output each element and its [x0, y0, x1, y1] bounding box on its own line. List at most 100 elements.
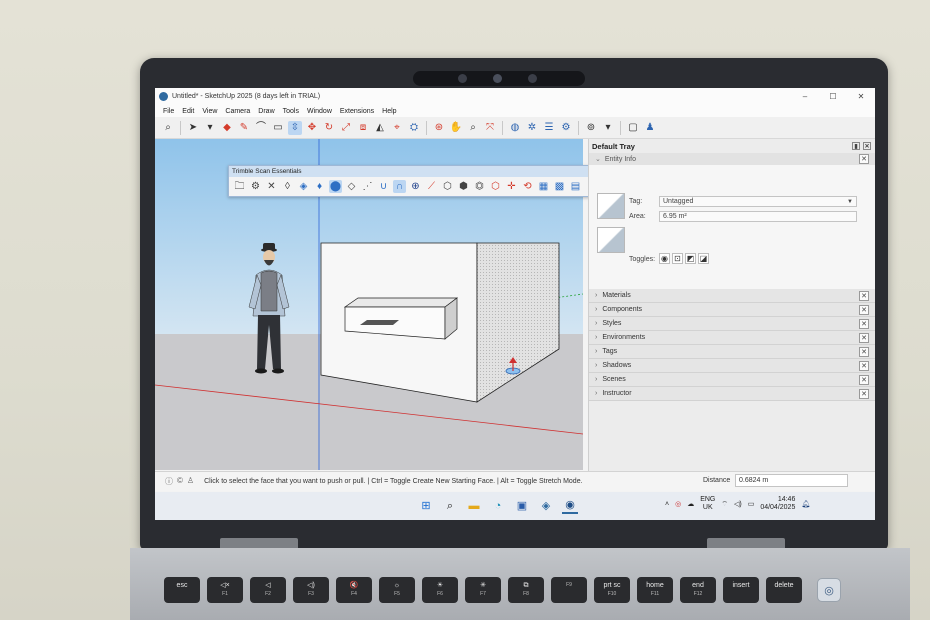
key-f2[interactable]: ◁ F2: [250, 577, 286, 603]
folder-icon[interactable]: 🗀: [233, 180, 246, 193]
point-line-icon[interactable]: ⟋: [425, 180, 438, 193]
settings-gear-icon[interactable]: ⚙: [249, 180, 262, 193]
key-home[interactable]: home F11: [637, 577, 673, 603]
hexagon-red-icon[interactable]: ⬡: [489, 180, 502, 193]
panel-materials[interactable]: › Materials ✕: [589, 289, 875, 303]
extension-manager-icon[interactable]: ⚙: [559, 121, 573, 135]
mesh-icon[interactable]: ▦: [537, 180, 550, 193]
panel-components[interactable]: › Components ✕: [589, 303, 875, 317]
drop-light-icon[interactable]: ◇: [345, 180, 358, 193]
drop-filled-icon[interactable]: ♦: [313, 180, 326, 193]
eraser-icon[interactable]: ◆: [220, 121, 234, 135]
panel-instructor[interactable]: › Instructor ✕: [589, 387, 875, 401]
panel-shadows[interactable]: › Shadows ✕: [589, 359, 875, 373]
menu-view[interactable]: View: [202, 108, 217, 115]
entity-info-close-icon[interactable]: ✕: [859, 154, 869, 164]
rectangle-tool-icon[interactable]: ▭: [271, 121, 285, 135]
search-icon[interactable]: ⌕: [161, 121, 175, 135]
antivirus-icon[interactable]: ◎: [675, 500, 681, 508]
crosshair-move-icon[interactable]: ✛: [505, 180, 518, 193]
scan-essentials-taskbar-icon[interactable]: ◉: [562, 498, 578, 514]
panel-close-icon[interactable]: ✕: [859, 346, 869, 357]
panel-close-icon[interactable]: ✕: [859, 304, 869, 315]
tray-close-icon[interactable]: ✕: [863, 142, 871, 150]
new-file-icon[interactable]: ▢: [626, 121, 640, 135]
drop-outline-icon[interactable]: ◊: [281, 180, 294, 193]
key-prtsc[interactable]: prt sc F10: [594, 577, 630, 603]
notification-bell-icon[interactable]: 🔔︎: [801, 500, 810, 508]
drop-half-icon[interactable]: ◈: [297, 180, 310, 193]
extension-warehouse-icon[interactable]: ✲: [525, 121, 539, 135]
dropdown-arrow-icon[interactable]: ▾: [601, 121, 615, 135]
hexagon-outline-icon[interactable]: ⬡: [441, 180, 454, 193]
panel-environments[interactable]: › Environments ✕: [589, 331, 875, 345]
geo-location-icon[interactable]: ⓘ: [165, 476, 173, 487]
credits-icon[interactable]: ©: [177, 476, 183, 487]
menu-file[interactable]: File: [163, 108, 174, 115]
panel-tags[interactable]: › Tags ✕: [589, 345, 875, 359]
magnet-snap-icon[interactable]: ∩: [393, 180, 406, 193]
file-explorer-icon[interactable]: ▬: [466, 498, 482, 514]
panel-close-icon[interactable]: ✕: [859, 332, 869, 343]
key-f1[interactable]: ◁× F1: [207, 577, 243, 603]
layout-icon[interactable]: ☰: [542, 121, 556, 135]
key-delete[interactable]: delete: [766, 577, 802, 603]
menu-window[interactable]: Window: [307, 108, 332, 115]
account-circle-icon[interactable]: ⊚: [584, 121, 598, 135]
taskbar-clock[interactable]: 14:46 04/04/2025: [760, 496, 795, 512]
menu-tools[interactable]: Tools: [283, 108, 299, 115]
paint-bucket-icon[interactable]: ⛭: [407, 121, 421, 135]
move-tool-icon[interactable]: ✥: [305, 121, 319, 135]
maximize-button[interactable]: ☐: [819, 92, 847, 101]
arc-tool-icon[interactable]: ⌒: [254, 121, 268, 135]
pencil-line-icon[interactable]: ✎: [237, 121, 251, 135]
menu-help[interactable]: Help: [382, 108, 396, 115]
zoom-extents-icon[interactable]: ⤧: [483, 121, 497, 135]
taskbar-search-icon[interactable]: ⌕: [442, 498, 458, 514]
key-f5[interactable]: ☼ F5: [379, 577, 415, 603]
windows-start-icon[interactable]: ⊞: [418, 498, 434, 514]
tray-pin-icon[interactable]: ▮: [852, 142, 860, 150]
key-f8[interactable]: ⧉ F8: [508, 577, 544, 603]
face-material-swatch[interactable]: [597, 193, 625, 219]
menu-edit[interactable]: Edit: [182, 108, 194, 115]
back-material-swatch[interactable]: [597, 227, 625, 253]
visible-eye-icon[interactable]: ◉: [659, 253, 670, 264]
distance-input[interactable]: 0.6824 m: [735, 474, 848, 487]
cast-shadows-icon[interactable]: ◩: [685, 253, 696, 264]
key-f9[interactable]: F9: [551, 577, 587, 603]
scan-essentials-titlebar[interactable]: Trimble Scan Essentials ✕: [229, 166, 629, 177]
menu-camera[interactable]: Camera: [225, 108, 250, 115]
chevron-up-icon[interactable]: ˄: [665, 501, 669, 508]
rotate-arrows-icon[interactable]: ⟲: [521, 180, 534, 193]
3d-warehouse-icon[interactable]: ◍: [508, 121, 522, 135]
key-f6[interactable]: ☀ F6: [422, 577, 458, 603]
user-icon[interactable]: ♙: [187, 476, 194, 487]
menu-draw[interactable]: Draw: [258, 108, 274, 115]
close-x-icon[interactable]: ✕: [265, 180, 278, 193]
receive-shadows-icon[interactable]: ◪: [698, 253, 709, 264]
panel-close-icon[interactable]: ✕: [859, 318, 869, 329]
power-fingerprint-button[interactable]: ◎: [817, 578, 841, 602]
panel-scenes[interactable]: › Scenes ✕: [589, 373, 875, 387]
push-pull-icon[interactable]: ⇳: [288, 120, 302, 135]
drop-selected-icon[interactable]: ⬤: [329, 180, 342, 193]
dotted-arrow-icon[interactable]: ⋰: [361, 180, 374, 193]
hexagon-dot-icon[interactable]: ⏣: [473, 180, 486, 193]
select-tool-icon[interactable]: ➤: [186, 121, 200, 135]
menu-extensions[interactable]: Extensions: [340, 108, 374, 115]
rotate-tool-icon[interactable]: ↻: [322, 121, 336, 135]
battery-icon[interactable]: ▭: [748, 500, 755, 508]
magnet-icon[interactable]: ∪: [377, 180, 390, 193]
mesh-grid-icon[interactable]: ▩: [553, 180, 566, 193]
dropdown-arrow-icon[interactable]: ▾: [203, 121, 217, 135]
wifi-icon[interactable]: ⌔: [721, 500, 728, 509]
key-esc[interactable]: esc: [164, 577, 200, 603]
key-f4[interactable]: 🔇 F4: [336, 577, 372, 603]
sketchup-taskbar-icon[interactable]: ◈: [538, 498, 554, 514]
lock-icon[interactable]: ⊡: [672, 253, 683, 264]
close-button[interactable]: ✕: [847, 92, 875, 101]
tag-select[interactable]: Untagged ▼: [659, 196, 857, 207]
panel-styles[interactable]: › Styles ✕: [589, 317, 875, 331]
panel-close-icon[interactable]: ✕: [859, 374, 869, 385]
